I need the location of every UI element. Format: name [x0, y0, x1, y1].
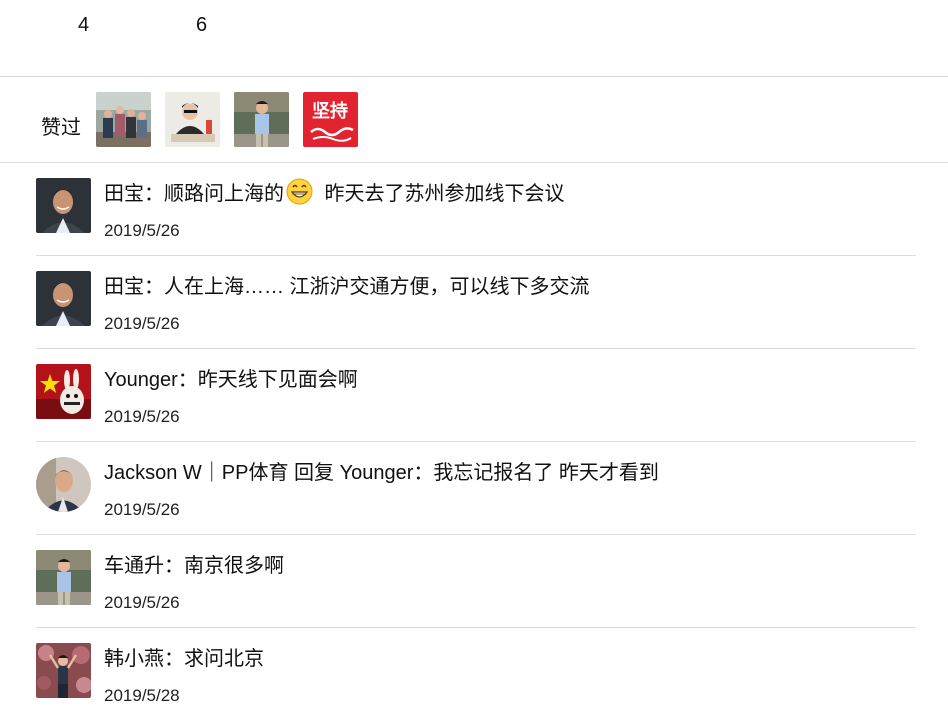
hanxiaoyan-avatar[interactable] — [36, 643, 91, 698]
comment-body: 南京很多啊 — [184, 555, 284, 577]
comment-text: 田宝：人在上海…… 江浙沪交通方便，可以线下多交流 — [104, 270, 590, 299]
comment-author[interactable]: Younger — [104, 369, 178, 391]
tianbao-avatar[interactable] — [36, 271, 91, 326]
comment-text: 车通升：南京很多啊 — [104, 549, 284, 578]
comment-body-after: 昨天去了苏州参加线下会议 — [319, 183, 565, 205]
group-photo-avatar[interactable] — [96, 92, 151, 147]
comment-colon: ： — [144, 183, 164, 205]
comment-body: 我忘记报名了 昨天才看到 — [433, 462, 659, 484]
comment-item[interactable]: 韩小燕：求问北京 2019/5/28 — [0, 628, 948, 721]
grinning-emoji-icon — [286, 178, 313, 205]
comment-item[interactable]: Younger：昨天线下见面会啊 2019/5/26 — [0, 349, 948, 442]
comment-body: 人在上海…… 江浙沪交通方便，可以线下多交流 — [164, 276, 590, 298]
calligraphy-text: 坚持 — [312, 100, 348, 122]
comment-author[interactable]: 车通升 — [104, 555, 164, 577]
comment-text: Younger：昨天线下见面会啊 — [104, 363, 358, 392]
comment-body: 求问北京 — [184, 648, 264, 670]
comment-author[interactable]: Jackson W｜PP体育 回复 Younger — [104, 462, 413, 484]
comment-item[interactable]: 田宝：人在上海…… 江浙沪交通方便，可以线下多交流 2019/5/26 — [0, 256, 948, 349]
man-standing-avatar[interactable] — [234, 92, 289, 147]
comment-text: 韩小燕：求问北京 — [104, 642, 264, 671]
likes-label: 赞过 — [41, 117, 81, 139]
comment-date: 2019/5/26 — [104, 314, 180, 333]
comment-item[interactable]: 车通升：南京很多啊 2019/5/26 — [0, 535, 948, 628]
comment-author[interactable]: 田宝 — [104, 276, 144, 298]
stat-count-1: 4 — [78, 14, 90, 36]
person-at-desk-avatar[interactable] — [165, 92, 220, 147]
comment-date: 2019/5/28 — [104, 686, 180, 705]
jackson-avatar[interactable] — [36, 457, 91, 512]
comment-text: Jackson W｜PP体育 回复 Younger：我忘记报名了 昨天才看到 — [104, 456, 659, 485]
comment-colon: ： — [144, 276, 164, 298]
comment-date: 2019/5/26 — [104, 593, 180, 612]
comment-author[interactable]: 田宝 — [104, 183, 144, 205]
comment-date: 2019/5/26 — [104, 407, 180, 426]
comment-colon: ： — [413, 462, 434, 484]
comment-text: 田宝：顺路问上海的 昨天去了苏州参加线下会议 — [104, 177, 565, 206]
red-calligraphy-avatar[interactable]: 坚持 — [303, 92, 358, 147]
younger-avatar[interactable] — [36, 364, 91, 419]
comment-author[interactable]: 韩小燕 — [104, 648, 164, 670]
comment-body: 昨天线下见面会啊 — [197, 369, 358, 391]
comment-colon: ： — [164, 555, 184, 577]
stat-count-2: 6 — [196, 14, 208, 36]
tianbao-avatar[interactable] — [36, 178, 91, 233]
stats-row: 4 6 — [0, 0, 948, 76]
comment-date: 2019/5/26 — [104, 500, 180, 519]
chetongsheng-avatar[interactable] — [36, 550, 91, 605]
comment-body: 顺路问上海的 — [164, 183, 284, 205]
comment-date: 2019/5/26 — [104, 221, 180, 240]
comment-colon: ： — [177, 369, 198, 391]
likes-section: 赞过 坚持 — [0, 77, 948, 162]
comment-colon: ： — [164, 648, 184, 670]
comment-item[interactable]: Jackson W｜PP体育 回复 Younger：我忘记报名了 昨天才看到 2… — [0, 442, 948, 535]
comment-item[interactable]: 田宝：顺路问上海的 昨天去了苏州参加线下会议 2019/5/26 — [0, 163, 948, 256]
